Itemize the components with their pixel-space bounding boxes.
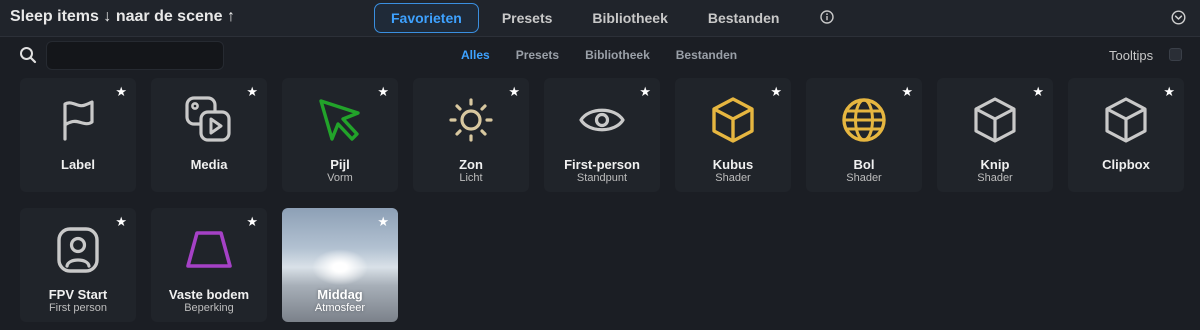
item-name: Zon [459, 157, 483, 172]
favorite-star-icon[interactable]: ★ [377, 84, 389, 100]
search-icon [20, 47, 37, 64]
item-name: Bol [853, 157, 875, 172]
item-name: FPV Start [48, 287, 108, 302]
favorite-star-icon[interactable]: ★ [901, 84, 913, 100]
eye-icon [579, 108, 625, 132]
item-name: Media [190, 157, 228, 172]
globe-icon [842, 98, 886, 142]
item-subtitle: Shader [715, 172, 751, 184]
user-badge-icon [57, 227, 99, 273]
item-card-label[interactable]: ★ Label [20, 78, 136, 192]
tab-bestanden[interactable]: Bestanden [691, 3, 797, 33]
chevron-down-circle-icon[interactable] [1171, 10, 1186, 25]
tooltips-label: Tooltips [1109, 48, 1154, 63]
item-subtitle: Shader [846, 172, 882, 184]
cursor-arrow-icon [319, 99, 360, 141]
favorite-star-icon[interactable]: ★ [115, 84, 127, 100]
item-card-kubus[interactable]: ★ Kubus Shader [675, 78, 791, 192]
favorite-star-icon[interactable]: ★ [115, 214, 127, 230]
tab-favorieten[interactable]: Favorieten [374, 3, 479, 33]
item-card-bol[interactable]: ★ Bol Shader [806, 78, 922, 192]
panel-title: Sleep items ↓ naar de scene ↑ [10, 8, 235, 25]
filter-tab-presets[interactable]: Presets [516, 48, 559, 62]
favorite-star-icon[interactable]: ★ [639, 84, 651, 100]
favorite-star-icon[interactable]: ★ [770, 84, 782, 100]
tab-bibliotheek[interactable]: Bibliotheek [575, 3, 684, 33]
item-name: Label [61, 157, 95, 172]
item-subtitle: Atmosfeer [314, 302, 366, 314]
main-tabs: Favorieten Presets Bibliotheek Bestanden [374, 3, 802, 33]
item-subtitle: Licht [459, 172, 483, 184]
item-subtitle: Shader [977, 172, 1013, 184]
sun-icon [449, 98, 493, 142]
top-bar: Sleep items ↓ naar de scene ↑ Favorieten… [0, 0, 1200, 37]
item-card-media[interactable]: ★ Media [151, 78, 267, 192]
item-subtitle: Standpunt [576, 172, 628, 184]
filter-tabs: Alles Presets Bibliotheek Bestanden [461, 48, 763, 62]
media-icon [185, 96, 231, 142]
trapezoid-icon [186, 231, 232, 268]
item-card-zon[interactable]: ★ Zon Licht [413, 78, 529, 192]
filter-tab-alles[interactable]: Alles [461, 48, 490, 62]
item-card-middag[interactable]: ★ Middag Atmosfeer [282, 208, 398, 322]
item-name: Middag [317, 287, 363, 302]
cube-icon [712, 97, 754, 143]
item-name: Knip [980, 157, 1010, 172]
item-name: Vaste bodem [168, 287, 250, 302]
info-icon[interactable] [820, 10, 834, 24]
item-card-clipbox[interactable]: ★ Clipbox [1068, 78, 1184, 192]
item-name: Kubus [712, 157, 754, 172]
item-subtitle: First person [48, 302, 108, 314]
item-card-fpv-start[interactable]: ★ FPV Start First person [20, 208, 136, 322]
item-name: Clipbox [1102, 157, 1150, 172]
item-name: First-person [564, 157, 640, 172]
tooltips-checkbox[interactable] [1169, 48, 1182, 61]
tab-presets[interactable]: Presets [485, 3, 570, 33]
cube-outline-icon [1105, 97, 1147, 143]
search-input[interactable] [46, 41, 224, 70]
item-subtitle: Vorm [327, 172, 353, 184]
item-subtitle: Beperking [184, 302, 234, 314]
flag-icon [63, 100, 94, 141]
filter-tab-bibliotheek[interactable]: Bibliotheek [585, 48, 650, 62]
item-card-vaste-bodem[interactable]: ★ Vaste bodem Beperking [151, 208, 267, 322]
favorite-star-icon[interactable]: ★ [246, 214, 258, 230]
favorite-star-icon[interactable]: ★ [508, 84, 520, 100]
item-card-pijl[interactable]: ★ Pijl Vorm [282, 78, 398, 192]
favorite-star-icon[interactable]: ★ [1163, 84, 1175, 100]
item-card-first-person[interactable]: ★ First-person Standpunt [544, 78, 660, 192]
favorite-star-icon[interactable]: ★ [246, 84, 258, 100]
item-card-knip[interactable]: ★ Knip Shader [937, 78, 1053, 192]
cube-outline-icon [974, 97, 1016, 143]
favorite-star-icon[interactable]: ★ [377, 214, 389, 230]
favorite-star-icon[interactable]: ★ [1032, 84, 1044, 100]
item-name: Pijl [330, 157, 350, 172]
filter-tab-bestanden[interactable]: Bestanden [676, 48, 737, 62]
